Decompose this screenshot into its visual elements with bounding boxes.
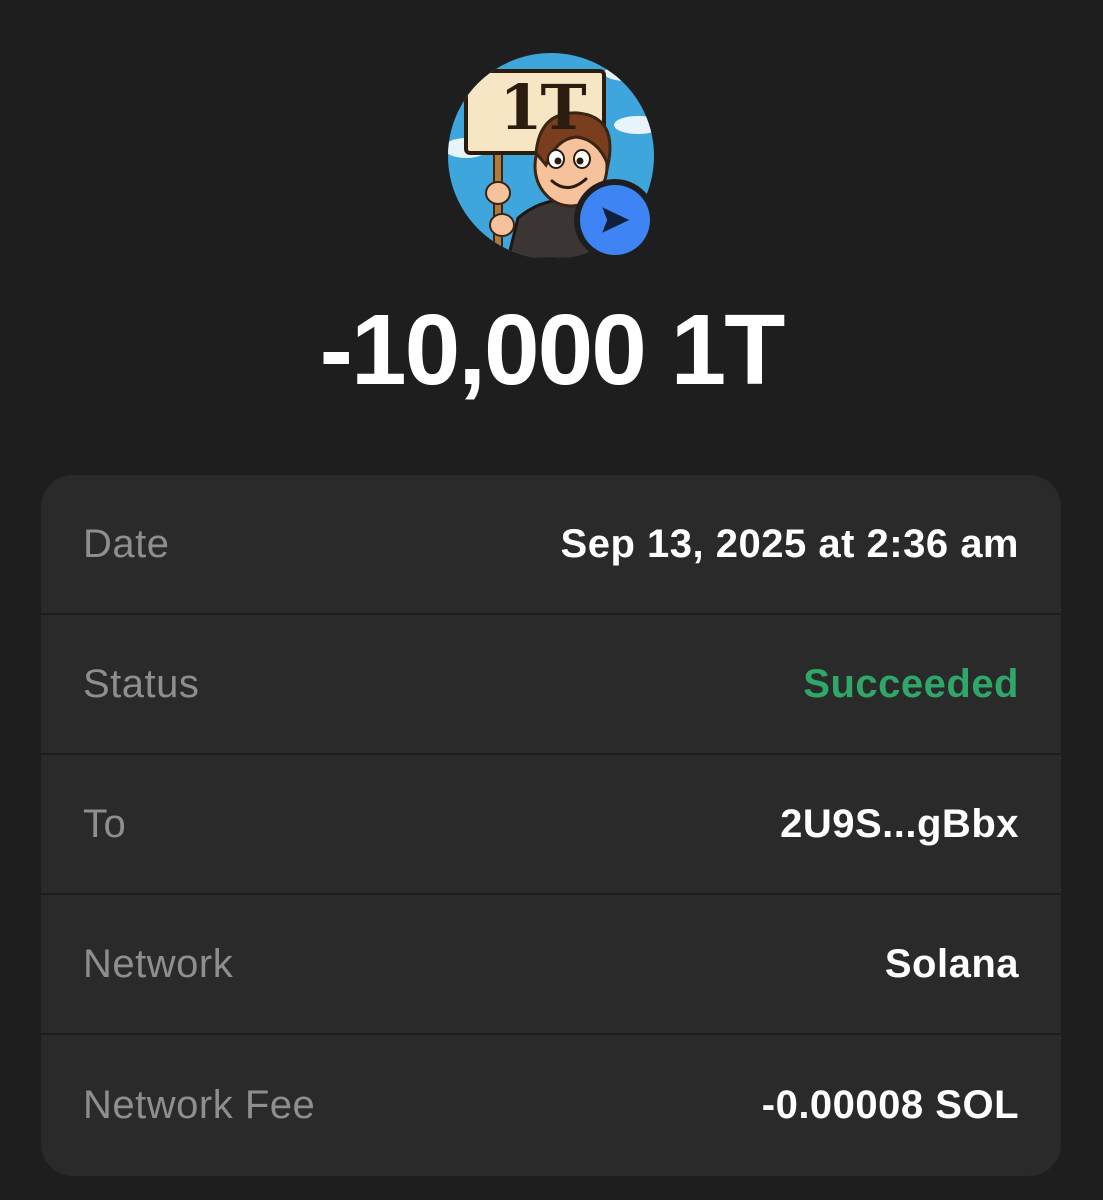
network-label: Network — [83, 941, 234, 986]
date-value: Sep 13, 2025 at 2:36 am — [560, 521, 1019, 566]
transaction-details-card: Date Sep 13, 2025 at 2:36 am Status Succ… — [41, 475, 1061, 1176]
network-fee-value: -0.00008 SOL — [761, 1082, 1019, 1127]
status-value: Succeeded — [803, 661, 1019, 706]
send-arrow-icon — [602, 207, 630, 233]
detail-row-status: Status Succeeded — [41, 615, 1061, 755]
token-sign-text: 1T — [499, 71, 586, 144]
token-avatar: 1T — [448, 53, 656, 261]
send-badge — [574, 179, 656, 261]
recipient-address[interactable]: 2U9S...gBbx — [780, 802, 1019, 847]
transaction-amount: -10,000 1T — [319, 294, 786, 406]
detail-row-to[interactable]: To 2U9S...gBbx — [41, 755, 1061, 895]
network-value: Solana — [884, 941, 1019, 986]
network-fee-label: Network Fee — [83, 1082, 316, 1127]
detail-row-date: Date Sep 13, 2025 at 2:36 am — [41, 475, 1061, 615]
status-label: Status — [83, 661, 200, 706]
detail-row-network: Network Solana — [41, 895, 1061, 1035]
date-label: Date — [83, 521, 170, 566]
detail-row-network-fee: Network Fee -0.00008 SOL — [41, 1035, 1061, 1175]
to-label: To — [83, 801, 127, 846]
